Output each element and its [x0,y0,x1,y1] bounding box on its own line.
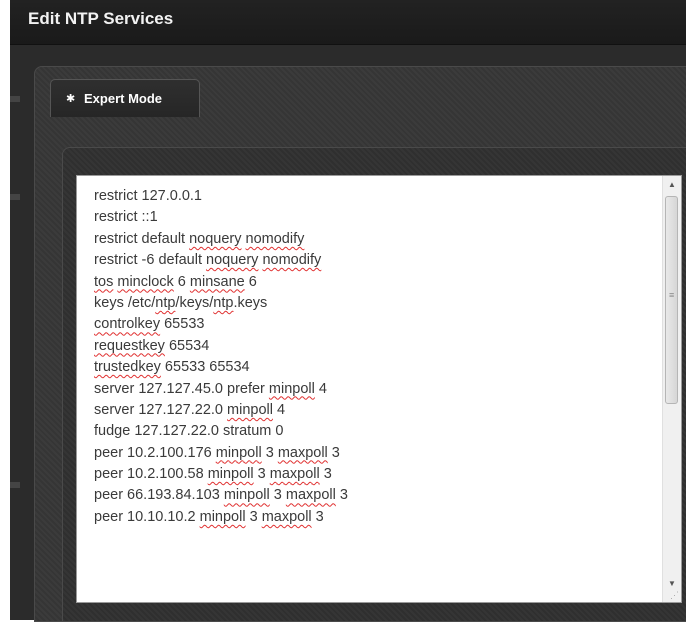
line-text: peer 66.193.84.103 [94,487,224,504]
spellcheck-word: minpoll [223,487,270,504]
config-line: peer 10.2.100.58 minpoll 3 maxpoll 3 [94,464,654,485]
line-text: 3 [253,466,270,483]
config-line: fudge 127.127.22.0 stratum 0 [94,421,654,442]
line-text: peer 10.2.100.58 [94,466,208,483]
spellcheck-word: minsane [189,273,245,290]
line-text: restrict default [94,230,190,247]
line-text: 3 [311,508,324,525]
resize-handle-icon[interactable]: ⋰ [670,590,679,601]
line-text: peer 10.2.100.176 [94,444,216,461]
line-text: 3 [269,487,286,504]
spellcheck-word: maxpoll [269,466,320,483]
config-line: peer 66.193.84.103 minpoll 3 maxpoll 3 [94,485,654,506]
line-text: restrict ::1 [94,209,158,226]
config-textarea[interactable]: restrict 127.0.0.1restrict ::1restrict d… [76,175,682,603]
tab-label: Expert Mode [84,91,163,106]
tab-expert-mode[interactable]: ✱ Expert Mode [50,79,200,117]
spellcheck-word: minpoll [207,466,254,483]
spellcheck-word: ntp [155,294,176,311]
line-text: 4 [272,401,286,418]
line-text: 6 [173,273,190,290]
spellcheck-word: maxpoll [277,444,328,461]
line-text: 6 [244,273,257,290]
spellcheck-word: tos [94,273,114,290]
window-title: Edit NTP Services [28,9,174,28]
line-text: 3 [327,444,340,461]
config-line: requestkey 65534 [94,336,654,357]
config-line: peer 10.2.100.176 minpoll 3 maxpoll 3 [94,443,654,464]
config-line: tos minclock 6 minsane 6 [94,272,654,293]
spellcheck-word: requestkey [94,337,165,354]
config-line: restrict 127.0.0.1 [94,186,654,207]
line-text: .keys [233,294,268,311]
line-text: /keys/ [175,294,214,311]
title-bar: Edit NTP Services [10,0,686,45]
line-text: peer 10.10.10.2 [94,508,200,525]
line-text: keys /etc/ [94,294,156,311]
line-text: 3 [335,487,348,504]
line-text: 65533 [160,316,205,333]
config-line: trustedkey 65533 65534 [94,357,654,378]
line-text: 4 [314,380,327,397]
edge-mark [10,482,20,488]
config-line: server 127.127.45.0 prefer minpoll 4 [94,379,654,400]
spellcheck-word: minpoll [268,380,315,397]
spellcheck-word: minclock [117,273,174,290]
line-text: fudge 127.127.22.0 stratum 0 [94,423,284,440]
edge-mark [10,194,20,200]
line-text: 65534 [164,337,210,354]
config-line: server 127.127.22.0 minpoll 4 [94,400,654,421]
line-text: server 127.127.22.0 [94,401,228,418]
config-text: restrict 127.0.0.1restrict ::1restrict d… [94,186,654,528]
gear-icon: ✱ [66,93,76,105]
spellcheck-word: trustedkey [94,359,161,376]
config-line: peer 10.10.10.2 minpoll 3 maxpoll 3 [94,507,654,528]
line-text: server 127.127.45.0 prefer [94,380,269,397]
spellcheck-word: ntp [213,294,234,311]
spellcheck-word: controlkey [94,316,161,333]
line-text: 3 [319,466,332,483]
spellcheck-word: maxpoll [285,487,336,504]
line-text: 3 [261,444,278,461]
line-text: 3 [245,508,262,525]
scroll-thumb[interactable]: ≡ [665,196,678,404]
scroll-up-arrow-icon[interactable]: ▲ [663,176,681,193]
config-line: keys /etc/ntp/keys/ntp.keys [94,293,654,314]
spellcheck-word: nomodify [245,230,305,247]
spellcheck-word: nomodify [262,252,322,269]
vertical-scrollbar[interactable]: ▲ ≡ ▼ [662,176,681,602]
config-line: controlkey 65533 [94,314,654,335]
line-text: 65533 65534 [160,359,250,376]
grip-icon: ≡ [669,290,675,300]
config-line: restrict ::1 [94,207,654,228]
config-line: restrict -6 default noquery nomodify [94,250,654,271]
spellcheck-word: minpoll [227,401,273,418]
spellcheck-word: minpoll [199,508,246,525]
spellcheck-word: minpoll [215,444,262,461]
spellcheck-word: noquery [206,252,259,269]
spellcheck-word: maxpoll [261,508,312,525]
line-text: restrict -6 default [94,252,207,269]
spellcheck-word: noquery [189,230,242,247]
config-line: restrict default noquery nomodify [94,229,654,250]
edge-mark [10,96,20,102]
line-text: restrict 127.0.0.1 [94,188,202,204]
